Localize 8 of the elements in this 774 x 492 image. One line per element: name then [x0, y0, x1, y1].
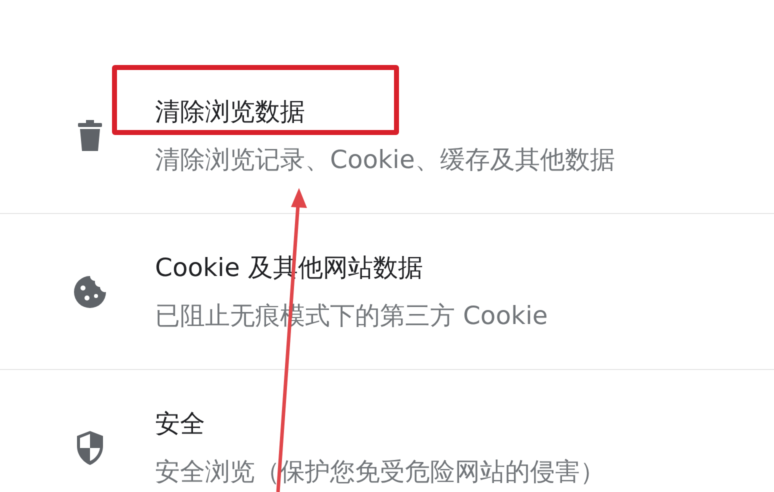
- shield-icon: [75, 430, 105, 466]
- row-subtitle: 清除浏览记录、Cookie、缓存及其他数据: [155, 144, 615, 176]
- cookie-icon: [73, 274, 107, 308]
- row-title: 安全: [155, 408, 205, 440]
- trash-icon: [77, 120, 103, 152]
- settings-row[interactable]: 安全 安全浏览（保护您免受危险网站的侵害）: [0, 370, 774, 492]
- row-subtitle: 安全浏览（保护您免受危险网站的侵害）: [155, 456, 605, 488]
- row-title: 清除浏览数据: [155, 96, 305, 128]
